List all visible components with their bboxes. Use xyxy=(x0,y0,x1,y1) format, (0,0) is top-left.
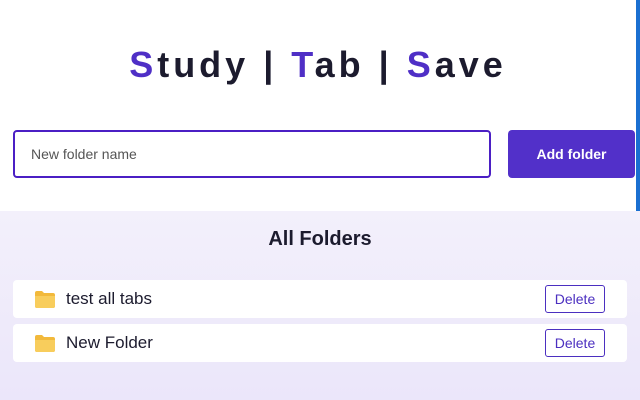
folder-name: New Folder xyxy=(66,333,153,352)
folder-row[interactable]: test all tabs Delete xyxy=(13,280,627,318)
new-folder-name-input[interactable] xyxy=(13,130,491,178)
app-header: Study | Tab | Save xyxy=(0,0,640,130)
folders-section: All Folders test all tabs Delete New Fol… xyxy=(0,211,640,400)
title-letter-s: S xyxy=(129,44,158,85)
delete-folder-button[interactable]: Delete xyxy=(545,285,605,313)
add-folder-button[interactable]: Add folder xyxy=(508,130,635,178)
folder-icon xyxy=(35,335,55,352)
delete-folder-button[interactable]: Delete xyxy=(545,329,605,357)
folder-name: test all tabs xyxy=(66,289,152,308)
title-letter-s2: S xyxy=(406,44,435,85)
folder-icon xyxy=(35,291,55,308)
title-word-save: ave xyxy=(434,44,507,85)
title-word-tab: ab | xyxy=(314,44,407,85)
app-title: Study | Tab | Save xyxy=(0,44,636,86)
folder-list: test all tabs Delete New Folder Delete xyxy=(13,280,627,368)
title-letter-t: T xyxy=(291,44,315,85)
folder-row[interactable]: New Folder Delete xyxy=(13,324,627,362)
section-title: All Folders xyxy=(268,228,372,250)
title-word-study: tudy | xyxy=(157,44,292,85)
new-folder-form: Add folder xyxy=(13,130,637,178)
